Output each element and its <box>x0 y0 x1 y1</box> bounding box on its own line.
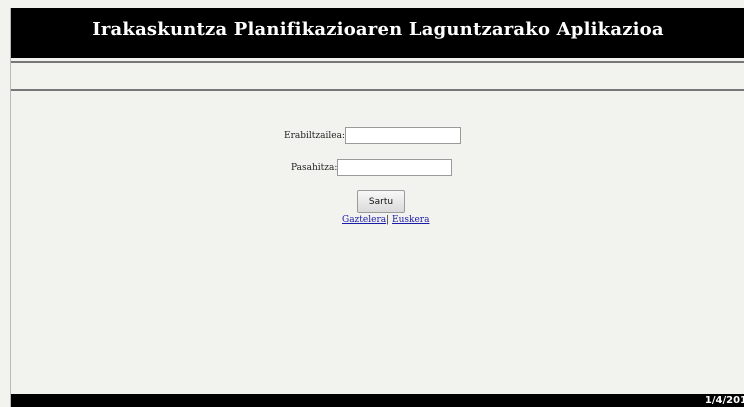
language-link-gaztelera[interactable]: Gaztelera <box>342 215 386 225</box>
password-field[interactable] <box>337 159 453 176</box>
page-title: Irakaskuntza Planifikazioaren Laguntzara… <box>92 18 664 40</box>
language-link-euskera[interactable]: Euskera <box>392 215 429 225</box>
username-field[interactable] <box>344 127 461 144</box>
password-row: Pasahitza: <box>291 159 453 176</box>
login-button[interactable]: Sartu <box>357 190 405 213</box>
password-label: Pasahitza: <box>291 162 338 173</box>
toolbar <box>11 61 744 91</box>
username-row: Erabiltzailea: <box>284 127 461 144</box>
page-header: Irakaskuntza Planifikazioaren Laguntzara… <box>11 8 744 58</box>
footer-date: 1/4/201 <box>704 395 744 406</box>
username-label: Erabiltzailea: <box>284 130 345 141</box>
page-footer: 1/4/201 <box>11 394 744 407</box>
app-frame: Irakaskuntza Planifikazioaren Laguntzara… <box>10 8 744 407</box>
language-switcher: Gaztelera| Euskera <box>342 215 429 225</box>
login-panel: Erabiltzailea: Pasahitza: Sartu Gazteler… <box>11 91 744 394</box>
language-separator: | <box>386 215 390 225</box>
